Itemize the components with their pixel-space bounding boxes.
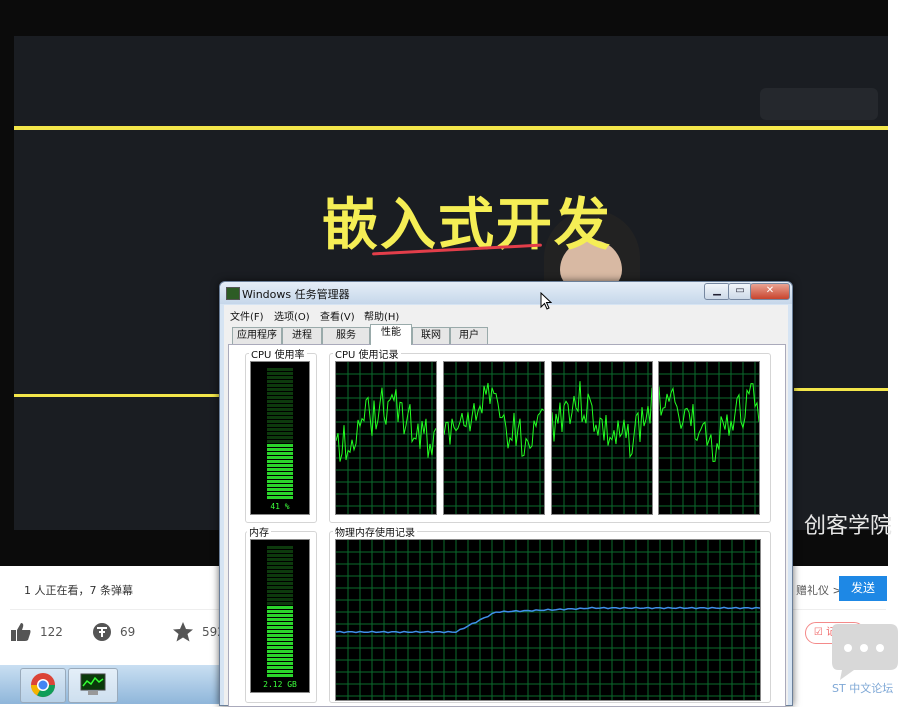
memory-history-label: 物理内存使用记录 <box>333 524 417 539</box>
cpu-usage-value: 41 % <box>270 502 290 511</box>
tab-performance[interactable]: 性能 <box>370 324 412 345</box>
star-icon <box>173 622 193 642</box>
like-count: 122 <box>40 625 63 639</box>
site-watermark: ST 中文论坛 <box>832 682 894 695</box>
cpu-core-graph-plot <box>443 362 545 514</box>
performance-page: CPU 使用率 41 % CPU 使用记录 内存 2.12 GB 物理内存使用记… <box>228 344 786 707</box>
cpu-usage-meter: 41 % <box>250 361 310 515</box>
tab-services[interactable]: 服务 <box>322 327 370 344</box>
cpu-usage-label: CPU 使用率 <box>249 346 307 361</box>
memory-usage-bar <box>267 546 293 677</box>
viewer-count: 1 人正在看，7 条弹幕 <box>24 584 133 597</box>
window-titlebar[interactable]: Windows 任务管理器 ▁ ▭ ✕ <box>220 282 792 304</box>
maximize-button[interactable]: ▭ <box>728 283 752 300</box>
coin-icon <box>93 623 111 641</box>
menu-options[interactable]: 选项(O) <box>274 308 310 323</box>
task-manager-window-icon <box>226 287 240 300</box>
menu-help[interactable]: 帮助(H) <box>364 308 399 323</box>
cpu-usage-bar <box>267 368 293 499</box>
school-name: 创客学院 <box>804 514 893 539</box>
note-icon: ☑ <box>813 627 827 638</box>
like-button[interactable]: 122 <box>10 622 63 642</box>
chat-bubble-icon <box>832 624 898 680</box>
favorite-button[interactable]: 592 <box>172 622 225 642</box>
video-watermark-logo <box>760 88 878 120</box>
window-client-area: 应用程序 进程 服务 性能 联网 用户 CPU 使用率 41 % CPU 使用记… <box>224 323 788 707</box>
cpu-core-graph-plot <box>658 362 760 514</box>
cpu-core-graph <box>658 361 760 515</box>
yellow-line-bottom-right <box>794 388 888 391</box>
cpu-core-graph-plot <box>551 362 653 514</box>
memory-value: 2.12 GB <box>263 680 297 689</box>
taskbar-task-manager[interactable] <box>68 668 118 703</box>
tab-processes[interactable]: 进程 <box>282 327 322 344</box>
taskbar-chrome[interactable] <box>20 668 66 703</box>
tab-applications[interactable]: 应用程序 <box>232 327 282 344</box>
task-manager-window[interactable]: Windows 任务管理器 ▁ ▭ ✕ 文件(F) 选项(O) 查看(V) 帮助… <box>219 281 793 707</box>
windows-taskbar <box>0 665 220 704</box>
memory-label: 内存 <box>247 524 271 539</box>
coin-count: 69 <box>120 625 136 639</box>
gift-etiquette-link[interactable]: 赠礼仪 > <box>796 582 842 598</box>
cpu-core-graph <box>335 361 437 515</box>
cpu-history-label: CPU 使用记录 <box>333 346 401 361</box>
maximize-icon: ▭ <box>735 285 745 296</box>
task-manager-icon <box>80 673 106 695</box>
thumbs-up-icon <box>11 623 31 641</box>
cpu-core-graph <box>551 361 653 515</box>
tab-users[interactable]: 用户 <box>450 327 488 344</box>
memory-meter: 2.12 GB <box>250 539 310 693</box>
window-title: Windows 任务管理器 <box>242 288 350 301</box>
yellow-line-bottom <box>14 394 224 397</box>
yellow-line-top <box>14 126 888 130</box>
memory-history-graph <box>335 539 761 701</box>
memory-history-plot <box>335 540 761 700</box>
mouse-cursor-icon <box>540 292 552 310</box>
minimize-button[interactable]: ▁ <box>704 283 730 300</box>
minimize-icon: ▁ <box>713 285 721 296</box>
cpu-core-graph-plot <box>335 362 437 514</box>
close-icon: ✕ <box>765 285 775 296</box>
menu-bar: 文件(F) 选项(O) 查看(V) 帮助(H) <box>224 305 788 323</box>
tab-networking[interactable]: 联网 <box>412 327 450 344</box>
close-button[interactable]: ✕ <box>750 283 790 300</box>
menu-file[interactable]: 文件(F) <box>230 308 264 323</box>
menu-view[interactable]: 查看(V) <box>320 308 355 323</box>
send-button[interactable]: 发送 <box>839 576 887 601</box>
coin-button[interactable]: 69 <box>92 622 135 642</box>
cpu-core-graph <box>443 361 545 515</box>
chrome-icon <box>30 673 55 698</box>
